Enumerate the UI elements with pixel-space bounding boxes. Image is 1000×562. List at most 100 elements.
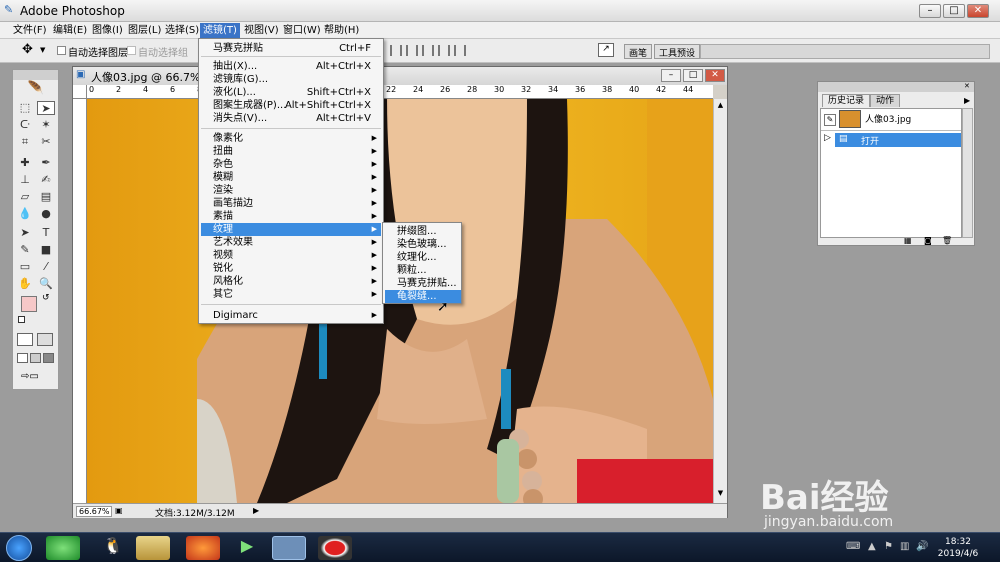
jump-to-imageready-icon[interactable]: ⇨▭: [21, 371, 49, 384]
texture-texturizer[interactable]: 纹理化...: [385, 251, 461, 264]
menu-image[interactable]: 图像(I): [89, 23, 126, 38]
maximize-button[interactable]: □: [943, 4, 965, 18]
swap-colors-icon[interactable]: ↺: [42, 293, 50, 303]
doc-minimize-button[interactable]: –: [661, 69, 681, 82]
minimize-button[interactable]: –: [919, 4, 941, 18]
start-button[interactable]: [6, 535, 32, 561]
flag-icon[interactable]: ⚑: [884, 541, 893, 552]
path-selection-icon[interactable]: ➤: [16, 226, 34, 240]
photoshop-taskbar-icon[interactable]: [272, 536, 306, 560]
menu-window[interactable]: 窗口(W): [280, 23, 324, 38]
texture-craquelure[interactable]: 龟裂缝...: [385, 290, 461, 303]
history-scrollbar[interactable]: [962, 108, 973, 238]
move-tool-preset-icon[interactable]: ✥: [22, 42, 33, 57]
panel-grip[interactable]: [818, 82, 974, 92]
panel-close-icon[interactable]: ✕: [964, 82, 970, 90]
foreground-color-swatch[interactable]: [21, 296, 37, 312]
type-tool-icon[interactable]: T: [37, 226, 55, 240]
taskbar-app-icon[interactable]: [46, 536, 80, 560]
texture-patchwork[interactable]: 拼缀图...: [385, 225, 461, 238]
blur-tool-icon[interactable]: 💧: [16, 207, 34, 221]
filter-gallery[interactable]: 滤镜库(G)...: [201, 73, 381, 86]
clock[interactable]: 18:32 2019/4/6: [930, 536, 986, 560]
history-brush-source-icon[interactable]: ✎: [824, 114, 836, 126]
texture-grain[interactable]: 颗粒...: [385, 264, 461, 277]
screen-mode-menubar-icon[interactable]: [30, 353, 41, 363]
volume-icon[interactable]: 🔊: [916, 541, 928, 552]
menu-edit[interactable]: 编辑(E): [50, 23, 90, 38]
scroll-up-arrow-icon[interactable]: ▲: [715, 101, 726, 111]
distribute-icon[interactable]: [422, 45, 434, 56]
new-snapshot-icon[interactable]: ◙: [924, 236, 932, 245]
palette-tab-tool-presets[interactable]: 工具预设: [654, 44, 701, 59]
filter-digimarc[interactable]: Digimarc ▶: [201, 309, 381, 322]
qq-icon[interactable]: 🐧: [96, 536, 130, 560]
file-browser-icon[interactable]: ↗: [598, 43, 614, 57]
delete-state-icon[interactable]: 🗑: [942, 236, 952, 245]
history-brush-icon[interactable]: ✍: [37, 173, 55, 187]
standard-mode-icon[interactable]: [17, 333, 33, 346]
filter-other[interactable]: 其它 ▶: [201, 288, 381, 301]
status-info-icon[interactable]: ▣: [115, 506, 123, 515]
notes-tool-icon[interactable]: ▭: [16, 260, 34, 274]
distribute-icon[interactable]: [438, 45, 450, 56]
horizontal-ruler[interactable]: 0 2 4 6 8 10 12 14 16 18 20 22 24 26 28 …: [87, 85, 713, 99]
filter-blur[interactable]: 模糊 ▶: [201, 171, 381, 184]
adobe-online-icon[interactable]: 🪶: [18, 81, 54, 97]
menu-file[interactable]: 文件(F): [10, 23, 50, 38]
filter-liquify[interactable]: 液化(L)... Shift+Ctrl+X: [201, 86, 381, 99]
close-button[interactable]: ✕: [967, 4, 989, 18]
history-state-open[interactable]: ▤ 打开: [835, 133, 961, 147]
move-tool-icon[interactable]: ➤: [37, 101, 55, 115]
gradient-tool-icon[interactable]: ▤: [37, 190, 55, 204]
filter-pixelate[interactable]: 像素化 ▶: [201, 132, 381, 145]
eyedropper-tool-icon[interactable]: ⁄: [37, 260, 55, 274]
zoom-field[interactable]: 66.67%: [76, 506, 112, 517]
menu-view[interactable]: 视图(V): [241, 23, 282, 38]
filter-noise[interactable]: 杂色 ▶: [201, 158, 381, 171]
recorder-icon[interactable]: [318, 536, 352, 560]
filter-distort[interactable]: 扭曲 ▶: [201, 145, 381, 158]
filter-render[interactable]: 渲染 ▶: [201, 184, 381, 197]
texture-mosaic-tiles[interactable]: 马赛克拼贴...: [385, 277, 461, 290]
file-explorer-icon[interactable]: [136, 536, 170, 560]
hand-tool-icon[interactable]: ✋: [16, 277, 34, 291]
vertical-ruler[interactable]: [73, 99, 87, 503]
zoom-tool-icon[interactable]: 🔍: [37, 277, 55, 291]
pen-tool-icon[interactable]: ✎: [16, 243, 34, 257]
new-document-from-state-icon[interactable]: ▦: [904, 236, 912, 245]
distribute-icon[interactable]: [454, 45, 466, 56]
network-icon[interactable]: ▥: [900, 541, 909, 552]
marquee-tool-icon[interactable]: ⬚: [16, 101, 34, 115]
keyboard-icon[interactable]: ⌨: [846, 541, 860, 552]
clone-stamp-icon[interactable]: ⊥: [16, 173, 34, 187]
firefox-icon[interactable]: [186, 536, 220, 560]
healing-brush-icon[interactable]: ✚: [16, 156, 34, 170]
lasso-tool-icon[interactable]: ᑢ: [16, 118, 34, 132]
screen-mode-full-icon[interactable]: [43, 353, 54, 363]
auto-select-group-checkbox[interactable]: [127, 46, 136, 55]
panel-menu-icon[interactable]: ▶: [964, 96, 970, 105]
filter-sketch[interactable]: 素描 ▶: [201, 210, 381, 223]
filter-brush-strokes[interactable]: 画笔描边 ▶: [201, 197, 381, 210]
document-title-bar[interactable]: ▣ 人像03.jpg @ 66.7%(RGB/ – □ ✕: [73, 67, 727, 85]
menu-select[interactable]: 选择(S): [162, 23, 202, 38]
menu-filter[interactable]: 滤镜(T): [200, 23, 240, 38]
vertical-scrollbar[interactable]: ▲ ▼: [713, 99, 727, 503]
ruler-origin[interactable]: [73, 85, 87, 99]
filter-stylize[interactable]: 风格化 ▶: [201, 275, 381, 288]
slice-tool-icon[interactable]: ✂: [37, 135, 55, 149]
brush-tool-icon[interactable]: ✒: [37, 156, 55, 170]
texture-stained-glass[interactable]: 染色玻璃...: [385, 238, 461, 251]
filter-last-mosaic-tiles[interactable]: 马赛克拼贴 Ctrl+F: [201, 42, 381, 55]
tab-history[interactable]: 历史记录: [822, 94, 871, 107]
filter-vanishing-point[interactable]: 消失点(V)... Alt+Ctrl+V: [201, 112, 381, 125]
toolbox-grip[interactable]: [13, 70, 58, 80]
crop-tool-icon[interactable]: ⌗: [16, 135, 34, 149]
filter-video[interactable]: 视频 ▶: [201, 249, 381, 262]
media-player-icon[interactable]: ▶: [230, 536, 264, 560]
magic-wand-tool-icon[interactable]: ✶: [37, 118, 55, 132]
menu-layer[interactable]: 图层(L): [125, 23, 164, 38]
filter-texture[interactable]: 纹理 ▶: [201, 223, 381, 236]
scroll-down-arrow-icon[interactable]: ▼: [715, 489, 726, 499]
